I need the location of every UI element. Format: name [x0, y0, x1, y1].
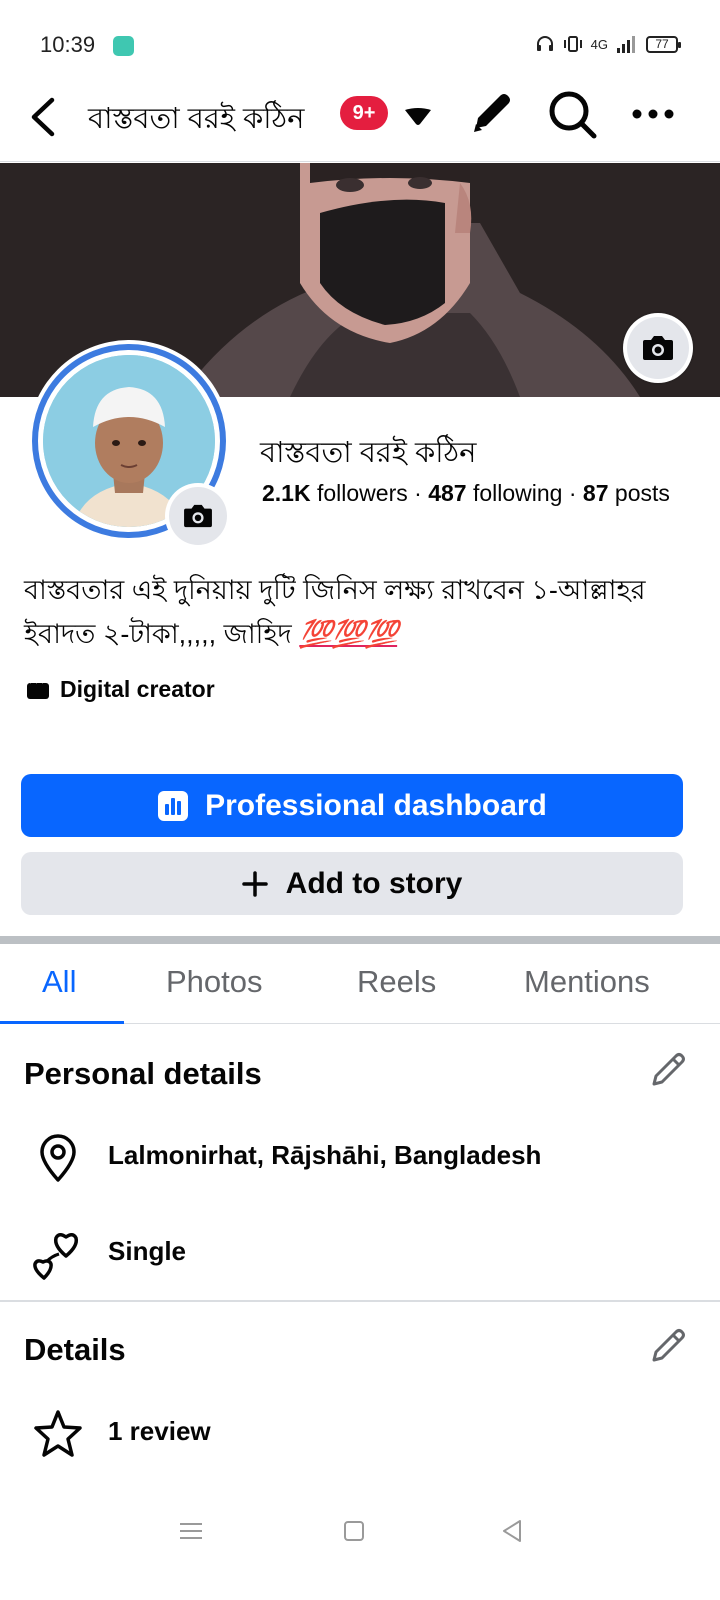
camera-icon [643, 336, 673, 360]
relationship-row[interactable]: Single [0, 1224, 720, 1284]
profile-category: Digital creator [26, 676, 215, 703]
category-label: Digital creator [60, 676, 215, 702]
home-square-icon[interactable] [339, 1516, 369, 1546]
relationship-text: Single [108, 1236, 187, 1266]
location-text: Lalmonirhat, Rājshāhi, Bangladesh [108, 1140, 542, 1170]
hearts-icon [33, 1233, 79, 1280]
following-label[interactable]: following [473, 480, 563, 506]
edit-personal-details-icon[interactable] [648, 1050, 688, 1090]
bio-emoji: 💯💯💯 [299, 619, 398, 649]
network-type: 4G [590, 36, 608, 52]
edit-details-icon[interactable] [648, 1326, 688, 1366]
signal-icon [617, 36, 635, 53]
section-divider [0, 936, 720, 944]
posts-count: 87 [582, 480, 609, 506]
tab-all[interactable]: All [42, 964, 76, 1000]
reviews-text: 1 review [108, 1416, 211, 1446]
add-to-story-button[interactable]: Add to story [21, 852, 683, 915]
posts-label: posts [614, 480, 670, 506]
dashboard-label: Professional dashboard [205, 788, 547, 822]
stats-separator: · [414, 480, 422, 506]
profile-name: বাস্তবতা বরই কঠিন [260, 437, 477, 469]
location-pin-icon [40, 1134, 76, 1182]
profile-stats: 2.1K followers · 487 following · 87 post… [262, 480, 670, 507]
page-title: বাস্তবতা বরই কঠিন [88, 103, 305, 135]
dashboard-chart-icon [158, 790, 189, 821]
tab-photos[interactable]: Photos [166, 964, 263, 1000]
headset-icon [536, 36, 553, 51]
profile-tabs: All Photos Reels Mentions [0, 944, 720, 1024]
system-nav-bar [0, 1500, 720, 1560]
stats-separator: · [568, 480, 577, 506]
menu-icon[interactable] [176, 1516, 206, 1546]
details-divider [0, 1300, 720, 1302]
camera-icon [184, 504, 212, 528]
app-notification-icon [113, 36, 134, 56]
followers-label[interactable]: followers [317, 480, 408, 506]
reviews-row[interactable]: 1 review [0, 1404, 720, 1464]
cover-camera-button[interactable] [623, 313, 693, 383]
vibrate-icon [563, 36, 582, 52]
battery-icon: 77 [646, 35, 681, 53]
profile-bio: বাস্তবতার এই দুনিয়ায় দুটি জিনিস লক্ষ্য… [24, 568, 694, 656]
tab-mentions[interactable]: Mentions [524, 964, 650, 1000]
caret-down-icon[interactable] [402, 104, 434, 128]
clock: 10:39 [40, 32, 96, 57]
details-title: Details [24, 1332, 126, 1367]
more-options-icon[interactable] [630, 96, 676, 132]
professional-dashboard-button[interactable]: Professional dashboard [21, 774, 683, 837]
personal-details-title: Personal details [24, 1056, 262, 1091]
followers-count[interactable]: 2.1K [262, 480, 311, 506]
location-row[interactable]: Lalmonirhat, Rājshāhi, Bangladesh [0, 1128, 720, 1188]
top-nav: বাস্তবতা বরই কঠিন 9+ [0, 80, 720, 162]
following-count[interactable]: 487 [428, 480, 466, 506]
star-icon [34, 1410, 82, 1457]
story-label: Add to story [285, 866, 463, 900]
tab-reels[interactable]: Reels [357, 964, 436, 1000]
active-tab-indicator [0, 1021, 124, 1024]
plus-icon [241, 870, 268, 897]
clapperboard-icon [27, 679, 49, 699]
avatar-camera-button[interactable] [165, 483, 231, 549]
notification-badge[interactable]: 9+ [340, 96, 388, 130]
search-icon[interactable] [546, 88, 598, 140]
edit-pencil-icon[interactable] [468, 88, 514, 136]
back-arrow-icon[interactable] [24, 92, 64, 142]
back-triangle-icon[interactable] [498, 1516, 528, 1546]
status-icons: 4G 77 [535, 34, 681, 54]
status-bar: 10:39 4G 77 [0, 0, 720, 90]
